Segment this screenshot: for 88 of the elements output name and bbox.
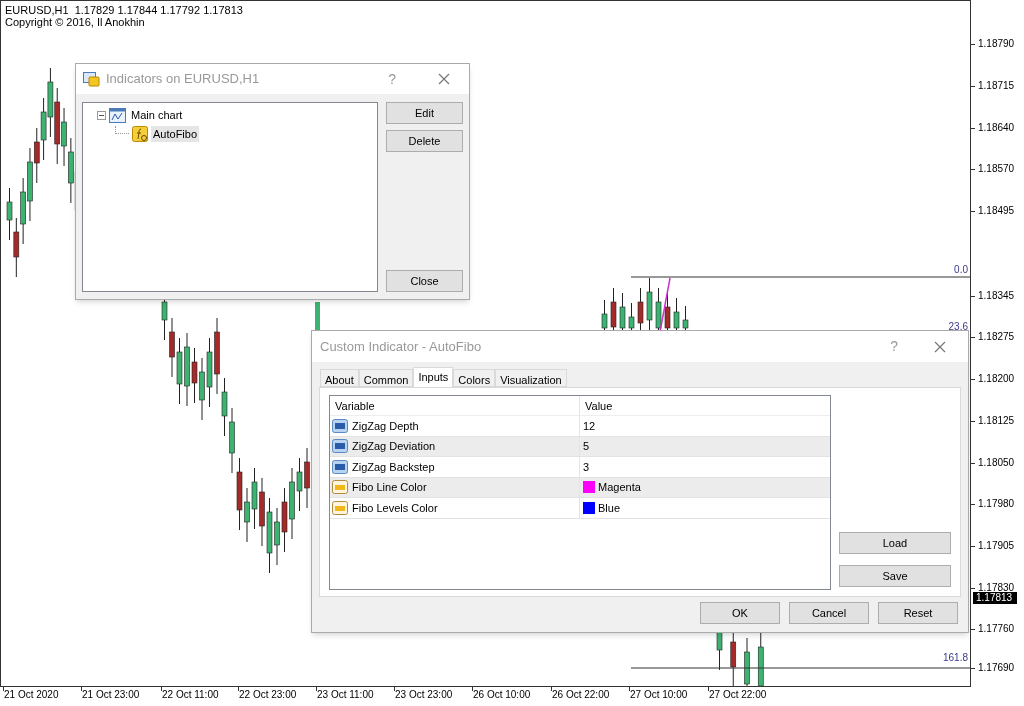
candle [646,277,653,331]
price-label: 1.18640 [978,122,1015,134]
time-label: 26 Oct 10:00 [473,689,531,701]
table-row[interactable]: Fibo Levels Color Blue [330,498,830,519]
parameter-value[interactable]: Blue [598,499,621,516]
time-label: 23 Oct 23:00 [395,689,453,701]
tab[interactable]: About [320,369,359,387]
candle [655,287,662,331]
tab[interactable]: Colors [453,369,496,387]
copyright-text: Copyright © 2016, Il Anokhin [5,16,145,28]
candle [637,287,644,331]
time-label: 26 Oct 22:00 [552,689,610,701]
function-icon [132,126,148,142]
price-label: 1.18275 [978,331,1015,343]
candle [682,305,689,331]
color-parameter-icon [332,480,348,495]
price-label: 1.18050 [978,457,1015,469]
column-header[interactable]: Variable [330,395,580,416]
indicator-window-icon [83,71,100,87]
candle [610,287,617,331]
close-icon[interactable] [438,73,450,85]
current-price-label: 1.17813 [973,592,1017,604]
tree-item[interactable]: Main chart [129,106,185,124]
table-row[interactable]: Fibo Line Color Magenta [330,477,830,498]
parameter-value[interactable]: 12 [583,417,596,434]
price-label: 1.18570 [978,163,1015,175]
candle [673,297,680,331]
dialog-button[interactable]: OK [700,602,780,624]
time-label: 21 Oct 2020 [4,689,59,701]
candle [757,632,764,686]
tree-item[interactable]: AutoFibo [151,125,200,143]
price-label: 1.18345 [978,290,1015,302]
tab[interactable]: Inputs [413,367,454,387]
dialog-button[interactable]: Close [386,270,463,292]
price-label: 1.18790 [978,38,1015,50]
window-title: Indicators on EURUSD,H1 [106,70,261,89]
parameter-name: ZigZag Deviation [352,439,436,454]
candle [601,299,608,331]
table-row[interactable]: ZigZag Depth 12 [330,416,830,437]
parameter-name: ZigZag Backstep [352,459,435,475]
dialog-button[interactable]: Cancel [789,602,869,624]
parameter-name: ZigZag Depth [352,418,419,434]
price-label: 1.18125 [978,415,1015,427]
number-icon [332,459,348,474]
number-icon [332,439,348,454]
fibo-level-label: 0.0 [954,264,968,276]
parameter-value[interactable]: Magenta [598,479,641,496]
price-label: 1.17760 [978,623,1015,635]
price-label: 1.17690 [978,662,1015,674]
price-label: 1.17905 [978,540,1015,552]
tab[interactable]: Common [358,369,414,387]
price-label: 1.18200 [978,373,1015,385]
chart-header: EURUSD,H1 1.17829 1.17844 1.17792 1.17813 [5,4,243,16]
table-row[interactable]: ZigZag Deviation 5 [330,436,830,457]
candle [628,302,635,331]
dialog-button[interactable]: Reset [878,602,958,624]
time-label: 23 Oct 11:00 [317,689,374,701]
zigzag-line [659,277,671,333]
time-label: 27 Oct 10:00 [630,689,688,701]
fibo-level-label: 161.8 [942,652,968,664]
parameter-name: Fibo Line Color [352,480,427,495]
parameter-value[interactable]: 3 [583,458,590,475]
parameter-name: Fibo Levels Color [352,500,438,516]
tree-toggle-icon[interactable] [97,110,106,120]
color-parameter-icon [332,500,348,515]
time-label: 22 Oct 11:00 [162,689,219,701]
table-row[interactable]: ZigZag Backstep 3 [330,457,830,478]
dialog-button[interactable]: Delete [386,130,463,152]
fibo-level-label: 23.6 [948,321,968,333]
time-label: 22 Oct 23:00 [239,689,297,701]
time-label: 21 Oct 23:00 [82,689,140,701]
dialog-button[interactable]: Save [839,565,951,587]
price-label: 1.17830 [978,582,1015,593]
dialog-button[interactable]: Edit [386,102,463,124]
price-label: 1.18715 [978,80,1015,92]
candle [619,292,626,331]
chart-window-icon [109,107,126,123]
window-title: Custom Indicator - AutoFibo [320,337,483,356]
number-icon [332,418,348,433]
tab[interactable]: Visualization [495,369,567,387]
close-icon[interactable] [934,340,946,353]
time-label: 27 Oct 22:00 [709,689,767,701]
price-label: 1.17980 [978,498,1015,510]
column-header[interactable]: Value [580,395,830,416]
dialog-button[interactable]: Load [839,532,951,554]
candle [744,637,750,686]
price-label: 1.18495 [978,205,1015,217]
parameter-value[interactable]: 5 [583,438,590,455]
